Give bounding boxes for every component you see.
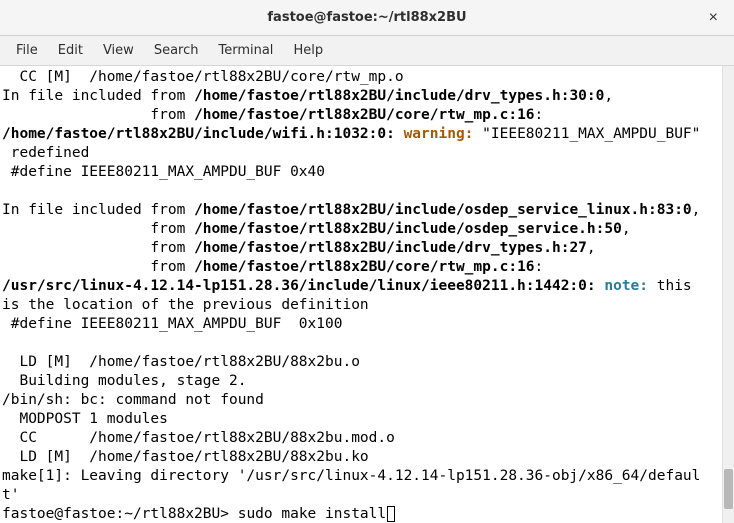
file-path: /home/fastoe/rtl88x2BU/core/rtw_mp.c:16 (194, 107, 534, 123)
menu-view[interactable]: View (93, 39, 144, 62)
window-title: fastoe@fastoe:~/rtl88x2BU (267, 10, 466, 25)
output-line: from (2, 259, 194, 275)
scrollbar[interactable] (722, 66, 734, 523)
warning-label: warning: (404, 126, 474, 142)
output-line: /bin/sh: bc: command not found (2, 392, 264, 408)
file-path: /home/fastoe/rtl88x2BU/include/wifi.h:10… (2, 126, 395, 142)
menu-help[interactable]: Help (283, 39, 333, 62)
output-line: LD [M] /home/fastoe/rtl88x2BU/88x2bu.ko (2, 449, 369, 465)
file-path: /home/fastoe/rtl88x2BU/include/osdep_ser… (194, 221, 622, 237)
close-icon[interactable]: × (703, 7, 724, 29)
shell-command: sudo make install (229, 506, 386, 522)
output-text: : (535, 259, 544, 275)
output-line: is the location of the previous definiti… (2, 297, 369, 313)
shell-prompt: fastoe@fastoe:~/rtl88x2BU> (2, 506, 229, 522)
file-path: /home/fastoe/rtl88x2BU/include/osdep_ser… (194, 202, 692, 218)
output-line: CC /home/fastoe/rtl88x2BU/88x2bu.mod.o (2, 430, 395, 446)
file-path: /home/fastoe/rtl88x2BU/include/drv_types… (194, 88, 604, 104)
output-text: , (604, 88, 613, 104)
output-line: #define IEEE80211_MAX_AMPDU_BUF 0x40 (2, 164, 325, 180)
menu-edit[interactable]: Edit (48, 39, 93, 62)
output-text: , (587, 240, 596, 256)
note-label: note: (604, 278, 648, 294)
output-text: : (535, 107, 544, 123)
output-text (395, 126, 404, 142)
output-line: make[1]: Leaving directory '/usr/src/lin… (2, 468, 700, 484)
output-text: , (692, 202, 701, 218)
output-text: this (648, 278, 692, 294)
file-path: /home/fastoe/rtl88x2BU/core/rtw_mp.c:16 (194, 259, 534, 275)
file-path: /home/fastoe/rtl88x2BU/include/drv_types… (194, 240, 587, 256)
file-path: /usr/src/linux-4.12.14-lp151.28.36/inclu… (2, 278, 596, 294)
output-line: MODPOST 1 modules (2, 411, 168, 427)
output-line: CC [M] /home/fastoe/rtl88x2BU/core/rtw_m… (2, 69, 404, 85)
output-line: #define IEEE80211_MAX_AMPDU_BUF 0x100 (2, 316, 342, 332)
scroll-thumb[interactable] (724, 469, 733, 509)
cursor-icon (387, 506, 395, 522)
output-line: In file included from (2, 88, 194, 104)
output-line: redefined (2, 145, 89, 161)
output-line: LD [M] /home/fastoe/rtl88x2BU/88x2bu.o (2, 354, 360, 370)
output-line: from (2, 107, 194, 123)
window-titlebar: fastoe@fastoe:~/rtl88x2BU × (0, 0, 734, 36)
terminal-output[interactable]: CC [M] /home/fastoe/rtl88x2BU/core/rtw_m… (0, 66, 722, 523)
menubar: File Edit View Search Terminal Help (0, 36, 734, 66)
output-line: Building modules, stage 2. (2, 373, 246, 389)
output-text: , (622, 221, 631, 237)
output-line: from (2, 240, 194, 256)
output-text: "IEEE80211_MAX_AMPDU_BUF" (473, 126, 700, 142)
menu-terminal[interactable]: Terminal (208, 39, 283, 62)
menu-search[interactable]: Search (144, 39, 209, 62)
menu-file[interactable]: File (6, 39, 48, 62)
output-line: from (2, 221, 194, 237)
output-line: In file included from (2, 202, 194, 218)
terminal-area: CC [M] /home/fastoe/rtl88x2BU/core/rtw_m… (0, 66, 734, 523)
output-line: t' (2, 487, 19, 503)
